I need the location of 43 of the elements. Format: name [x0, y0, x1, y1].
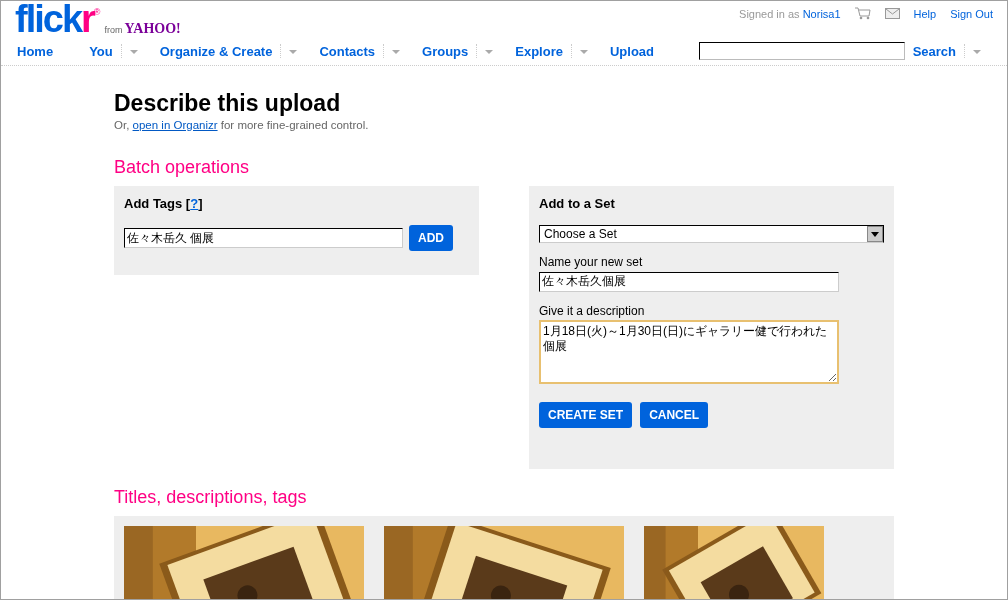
user-link[interactable]: Norisa1: [802, 7, 841, 20]
header-link[interactable]: Help: [913, 7, 937, 20]
logo[interactable]: flickr: [15, 1, 94, 37]
field-label: Name your new set: [539, 255, 644, 269]
subtitle-text: Or,: [114, 119, 130, 131]
add-button[interactable]: ADD: [409, 225, 453, 251]
nav-link[interactable]: Home: [17, 43, 54, 59]
caret-icon[interactable]: [570, 44, 590, 58]
section-heading: Batch operations: [114, 157, 251, 178]
panel-heading: Add Tags [: [124, 196, 191, 211]
mail-icon[interactable]: [884, 8, 900, 19]
field-label: Give it a description: [539, 303, 646, 318]
nav-link[interactable]: Organize & Create: [159, 43, 273, 59]
header-link[interactable]: Sign Out: [950, 7, 993, 20]
caret-icon[interactable]: [476, 44, 496, 58]
nav-link[interactable]: Contacts: [319, 43, 376, 59]
panel-heading: ]: [198, 196, 203, 211]
search-link[interactable]: Search: [912, 43, 956, 59]
signed-in-label: Signed in as: [739, 7, 800, 20]
caret-icon[interactable]: [120, 44, 140, 58]
partner-logo: YAHOO!: [124, 21, 181, 37]
nav-link[interactable]: You: [89, 43, 113, 59]
section-heading: Titles, descriptions, tags: [114, 487, 308, 508]
nav-link[interactable]: Explore: [515, 43, 563, 59]
set-button[interactable]: CREATE SET: [539, 401, 633, 428]
caret-icon[interactable]: [383, 44, 403, 58]
from-label: from: [104, 25, 123, 35]
registered-mark: ®: [93, 7, 101, 17]
organizr-link[interactable]: open in Organizr: [132, 119, 218, 131]
nav-link[interactable]: Upload: [609, 43, 655, 59]
page-title: Describe this upload: [114, 90, 342, 117]
set-name-field[interactable]: 佐々木岳久個展: [539, 271, 839, 292]
caret-icon[interactable]: [964, 44, 983, 58]
set-button[interactable]: CANCEL: [640, 401, 709, 428]
caret-icon[interactable]: [280, 44, 300, 58]
panel-heading: Add to a Set: [539, 196, 616, 211]
tags-field[interactable]: 佐々木岳久 個展: [124, 228, 403, 248]
description-field[interactable]: 1月18日(火)～1月30日(日)にギャラリー健で行われた個展: [539, 319, 839, 384]
set-select[interactable]: Choose a Set: [539, 225, 884, 243]
cart-icon[interactable]: [854, 7, 871, 20]
nav-link[interactable]: Groups: [422, 43, 469, 59]
subtitle-text: for more fine-grained control.: [220, 119, 369, 131]
search-field[interactable]: [698, 42, 905, 60]
